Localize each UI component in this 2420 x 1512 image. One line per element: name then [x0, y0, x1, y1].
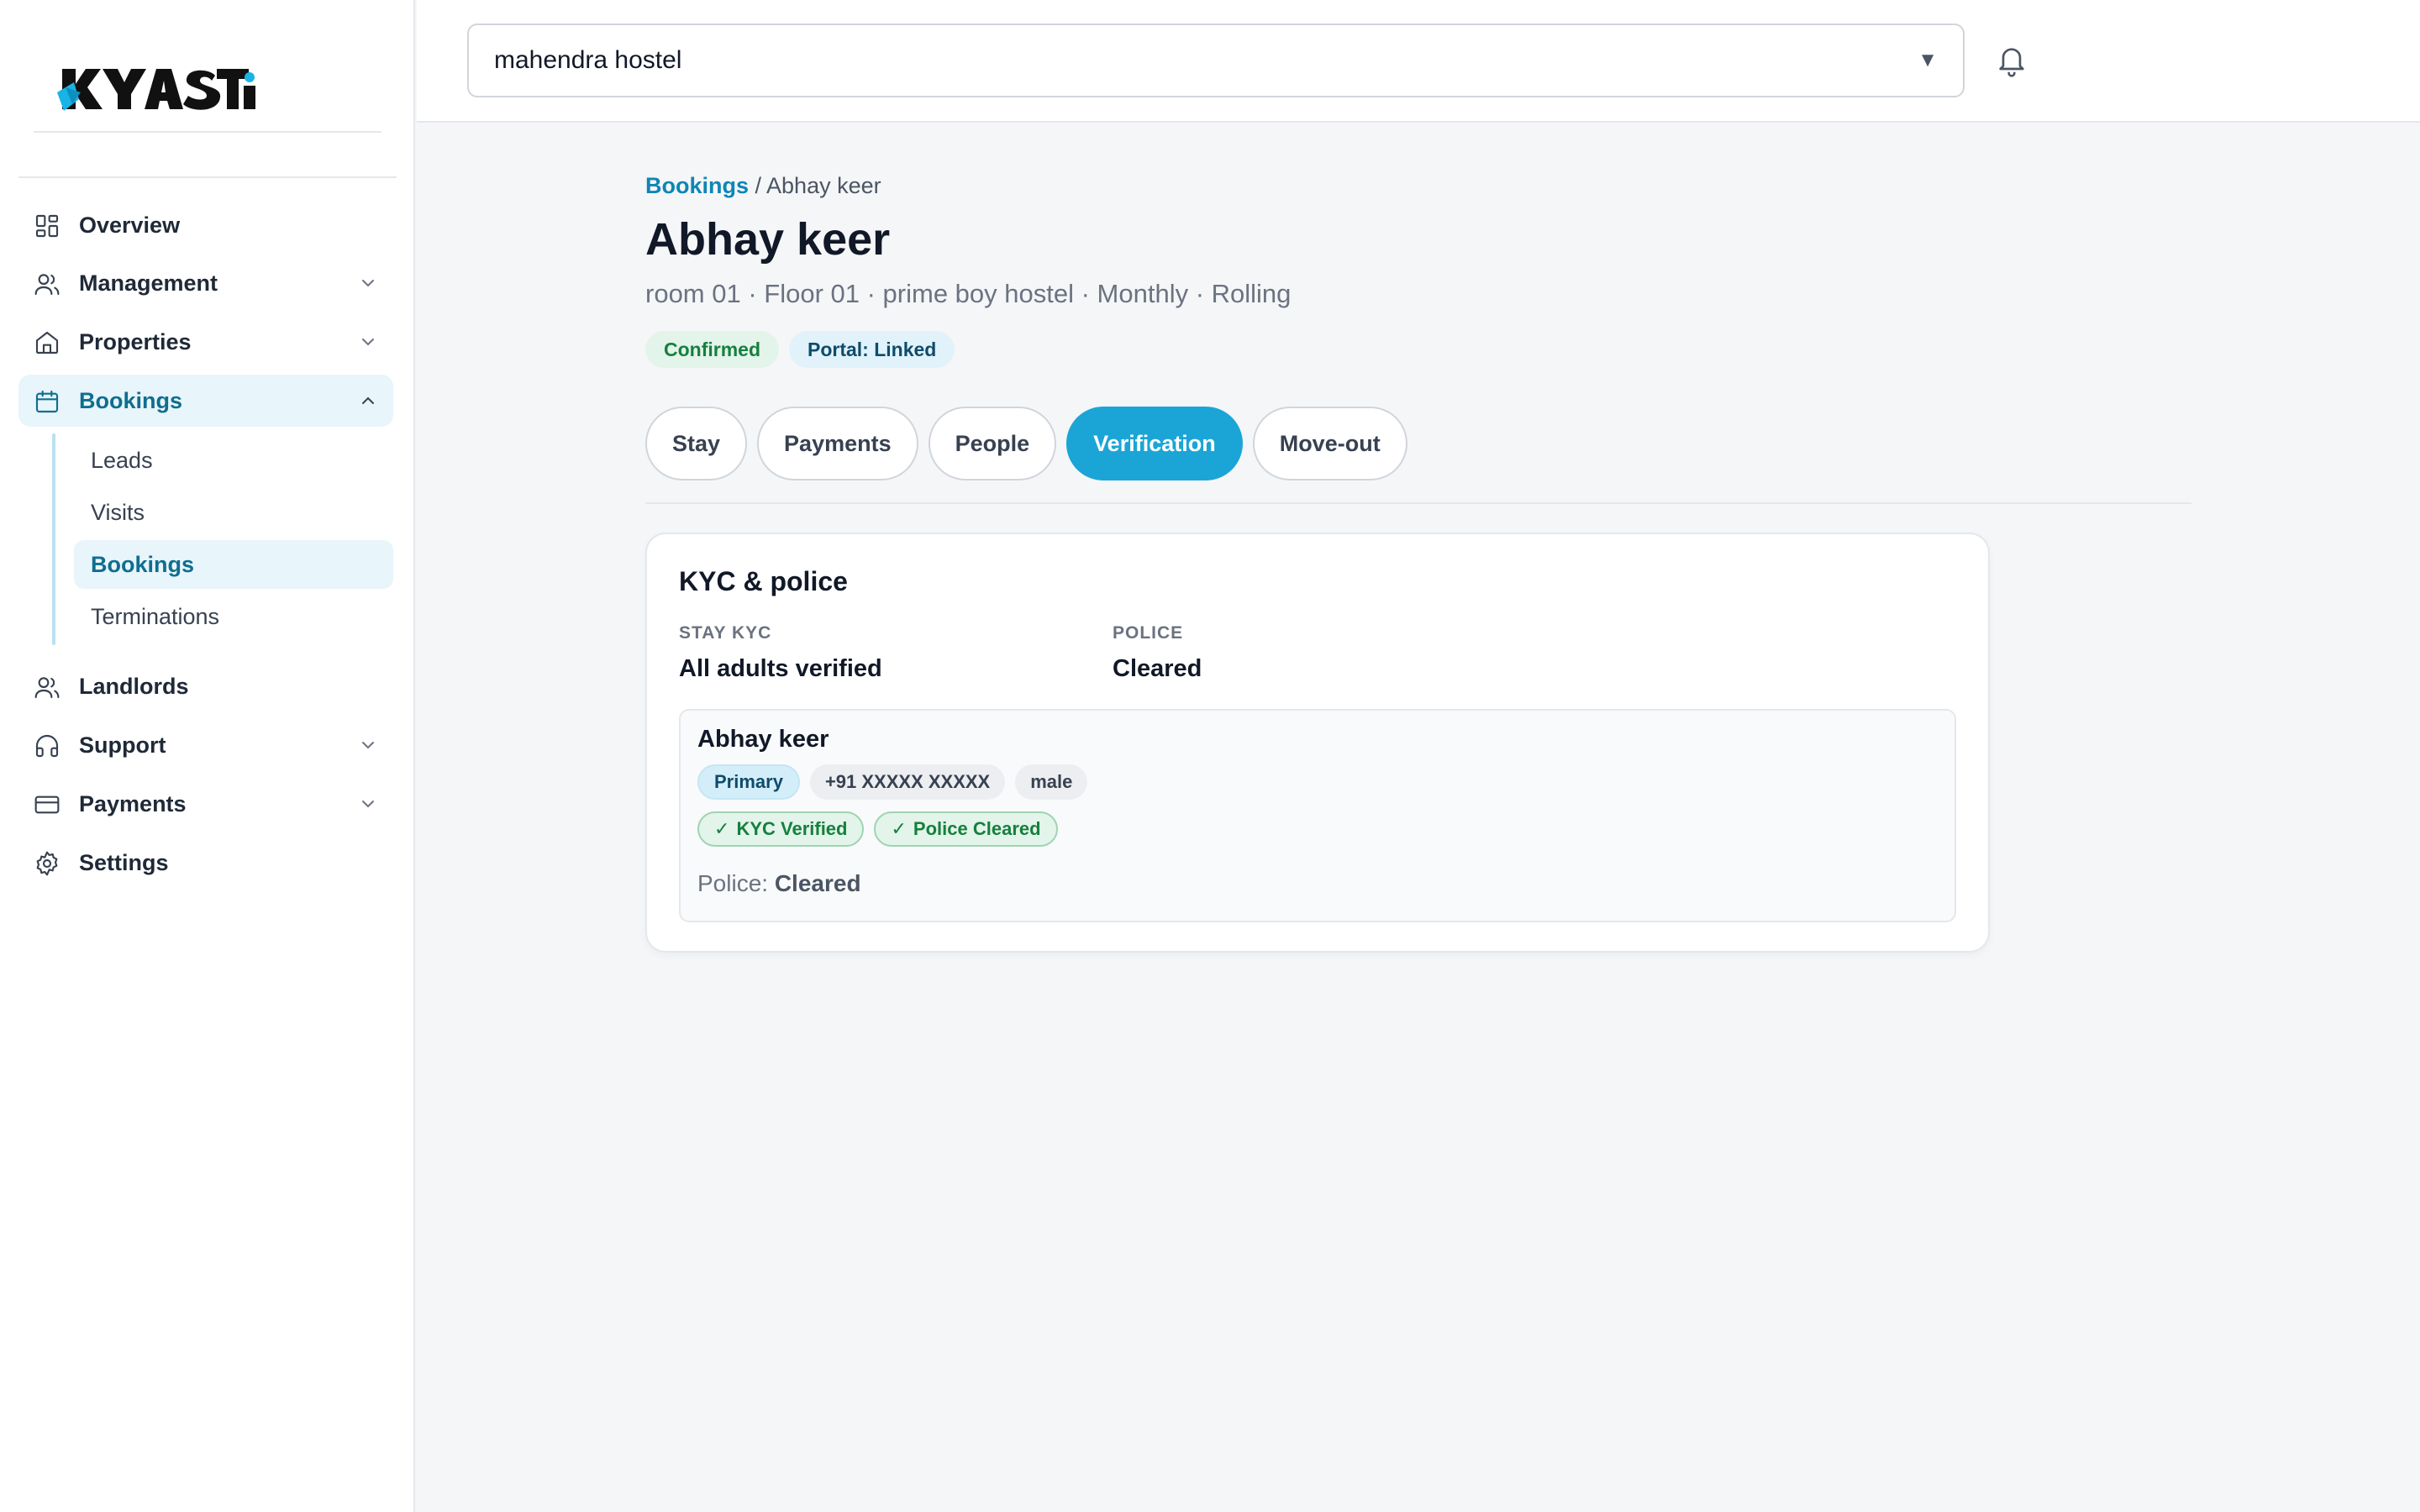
sidebar-subitem-label: Bookings — [91, 552, 195, 577]
sidebar-item-label: Overview — [79, 213, 181, 238]
sidebar-item-label: Settings — [79, 850, 169, 875]
kyc-police-card: KYC & police STAY KYC All adults verifie… — [645, 533, 1990, 953]
bell-icon[interactable] — [1995, 42, 2028, 79]
sidebar-item-label: Support — [79, 732, 166, 758]
sidebar: Overview Management Properties Bookings … — [0, 0, 415, 1512]
portal-badge: Portal: Linked — [789, 331, 955, 368]
gender-chip: male — [1015, 764, 1088, 800]
chevron-up-icon — [358, 391, 378, 411]
users-icon — [34, 270, 60, 297]
sidebar-item-settings[interactable]: Settings — [18, 837, 393, 889]
breadcrumb-separator: / — [749, 173, 767, 198]
police-line-value: Cleared — [774, 870, 861, 896]
sidebar-item-management[interactable]: Management — [18, 257, 393, 309]
kyc-verified-chip: ✓ KYC Verified — [697, 811, 865, 847]
sidebar-subitem-bookings[interactable]: Bookings — [74, 540, 393, 589]
tab-verification[interactable]: Verification — [1066, 407, 1243, 480]
credit-card-icon — [34, 791, 60, 818]
booking-subtitle: room 01 · Floor 01 · prime boy hostel · … — [645, 279, 1292, 308]
topbar: mahendra hostel ▼ — [417, 0, 2420, 123]
sidebar-item-payments[interactable]: Payments — [18, 778, 393, 830]
grid-icon — [34, 213, 60, 239]
status-badges: Confirmed Portal: Linked — [645, 331, 955, 368]
breadcrumb: Bookings / Abhay keer — [645, 173, 881, 199]
person-name: Abhay keer — [697, 726, 829, 753]
tab-move-out[interactable]: Move-out — [1252, 407, 1407, 480]
tabs-divider — [645, 502, 2191, 504]
hostel-select-value: mahendra hostel — [494, 46, 682, 74]
phone-chip: +91 XXXXX XXXXX — [809, 764, 1006, 800]
kyc-verified-label: KYC Verified — [736, 818, 848, 839]
chevron-down-icon — [358, 332, 378, 352]
police-cleared-label: Police Cleared — [913, 818, 1041, 839]
police-line-label: Police: — [697, 870, 769, 896]
police-label: POLICE — [1113, 623, 1184, 643]
sidebar-item-overview[interactable]: Overview — [18, 199, 393, 251]
headphones-icon — [34, 732, 60, 759]
kyasti-logo[interactable] — [57, 62, 259, 116]
breadcrumb-current: Abhay keer — [766, 173, 881, 198]
person-info-chips: Primary +91 XXXXX XXXXX male — [697, 764, 1088, 800]
sidebar-item-label: Payments — [79, 791, 187, 816]
sidebar-divider — [18, 176, 397, 178]
tab-people[interactable]: People — [928, 407, 1057, 480]
sidebar-subitem-terminations[interactable]: Terminations — [74, 592, 393, 641]
sidebar-item-bookings[interactable]: Bookings — [18, 375, 393, 427]
gear-icon — [34, 850, 60, 877]
police-status-line: Police: Cleared — [697, 870, 861, 897]
sidebar-item-properties[interactable]: Properties — [18, 316, 393, 368]
person-verification-row: Abhay keer Primary +91 XXXXX XXXXX male … — [679, 709, 1956, 922]
booking-tabs: Stay Payments People Verification Move-o… — [645, 407, 1407, 480]
sidebar-subitem-label: Terminations — [91, 604, 220, 629]
breadcrumb-link-bookings[interactable]: Bookings — [645, 173, 749, 198]
tab-payments[interactable]: Payments — [757, 407, 918, 480]
sidebar-item-label: Bookings — [79, 388, 183, 413]
caret-down-icon: ▼ — [1918, 49, 1938, 71]
sidebar-item-support[interactable]: Support — [18, 719, 393, 771]
role-chip: Primary — [697, 764, 800, 800]
sidebar-item-landlords[interactable]: Landlords — [18, 660, 393, 712]
stay-kyc-label: STAY KYC — [679, 623, 772, 643]
calendar-icon — [34, 388, 60, 415]
police-cleared-chip: ✓ Police Cleared — [874, 811, 1058, 847]
person-status-chips: ✓ KYC Verified ✓ Police Cleared — [697, 811, 1058, 847]
status-badge: Confirmed — [645, 331, 779, 368]
card-title: KYC & police — [679, 566, 848, 596]
hostel-select[interactable]: mahendra hostel ▼ — [467, 24, 1965, 97]
check-icon: ✓ — [891, 818, 907, 839]
sidebar-item-label: Management — [79, 270, 218, 296]
police-value: Cleared — [1113, 655, 1202, 682]
check-icon: ✓ — [714, 818, 730, 839]
tab-stay[interactable]: Stay — [645, 407, 748, 480]
sidebar-item-label: Properties — [79, 329, 192, 354]
page-title: Abhay keer — [645, 214, 891, 265]
logo-area — [34, 34, 381, 133]
sidebar-subitem-leads[interactable]: Leads — [74, 436, 393, 485]
home-icon — [34, 329, 60, 356]
chevron-down-icon — [358, 735, 378, 755]
sidebar-subitem-label: Visits — [91, 500, 145, 525]
chevron-down-icon — [358, 273, 378, 293]
sidebar-subitem-label: Leads — [91, 448, 153, 473]
submenu-rail — [52, 433, 55, 645]
sidebar-item-label: Landlords — [79, 674, 189, 699]
stay-kyc-value: All adults verified — [679, 655, 882, 682]
sidebar-subitem-visits[interactable]: Visits — [74, 488, 393, 537]
users-icon — [34, 674, 60, 701]
chevron-down-icon — [358, 794, 378, 814]
